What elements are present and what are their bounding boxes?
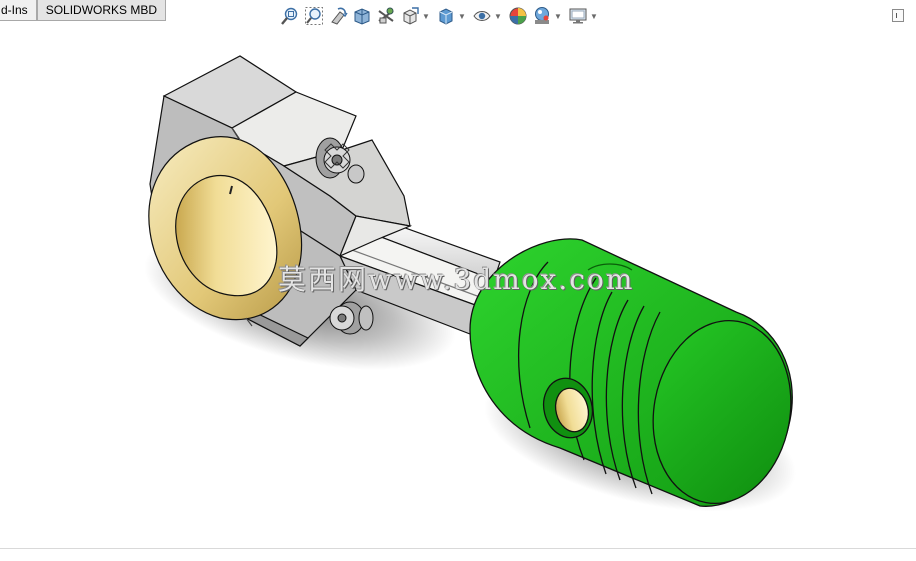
- apply-scene-button[interactable]: [531, 5, 553, 27]
- watermark-text: 莫西网www.3dmox.com: [278, 263, 635, 296]
- view-orientation-dropdown[interactable]: ▼: [422, 5, 430, 27]
- heads-up-view-toolbar: ▼ ▼ ▼ ▼ ▼: [278, 3, 602, 29]
- zoom-to-area-button[interactable]: [303, 5, 325, 27]
- view-settings-button[interactable]: [567, 5, 589, 27]
- zoom-to-fit-button[interactable]: [279, 5, 301, 27]
- section-view-button[interactable]: [351, 5, 373, 27]
- chevron-down-icon: ▼: [554, 11, 562, 21]
- section-view-icon: [354, 8, 370, 25]
- apply-scene-icon: [535, 7, 549, 24]
- hide-show-items-button[interactable]: [471, 5, 493, 27]
- dynamic-annotation-views-button[interactable]: [375, 5, 397, 27]
- view-orientation-button[interactable]: [399, 5, 421, 27]
- view-settings-dropdown[interactable]: ▼: [590, 5, 598, 27]
- apply-scene-dropdown[interactable]: ▼: [554, 5, 562, 27]
- big-end-bolt[interactable]: [329, 301, 374, 335]
- view-orientation-icon: [403, 7, 419, 25]
- viewport-bottom-border: [0, 548, 916, 549]
- display-style-dropdown[interactable]: ▼: [458, 5, 466, 27]
- zoom-to-fit-icon: [281, 7, 298, 25]
- edit-appearance-button[interactable]: [507, 5, 529, 27]
- zoom-to-area-icon: [305, 7, 323, 25]
- dynamic-annotation-views-icon: [378, 7, 394, 24]
- view-settings-icon: [569, 8, 587, 24]
- display-style-icon: [439, 8, 453, 25]
- hide-show-items-dropdown[interactable]: ▼: [494, 5, 502, 27]
- chevron-down-icon: ▼: [458, 11, 466, 21]
- chevron-down-icon: ▼: [494, 11, 502, 21]
- previous-view-button[interactable]: [327, 5, 349, 27]
- previous-view-icon: [331, 7, 348, 25]
- chevron-down-icon: ▼: [590, 11, 598, 21]
- command-manager-tabs: d-Ins SOLIDWORKS MBD: [0, 0, 167, 22]
- display-style-button[interactable]: [435, 5, 457, 27]
- expand-task-pane-button[interactable]: [892, 9, 904, 22]
- tab-solidworks-mbd[interactable]: SOLIDWORKS MBD: [36, 0, 167, 21]
- chevron-down-icon: ▼: [422, 11, 430, 21]
- hide-show-items-icon: [473, 11, 491, 21]
- edit-appearance-icon: [509, 7, 527, 25]
- tab-add-ins[interactable]: d-Ins: [0, 0, 37, 21]
